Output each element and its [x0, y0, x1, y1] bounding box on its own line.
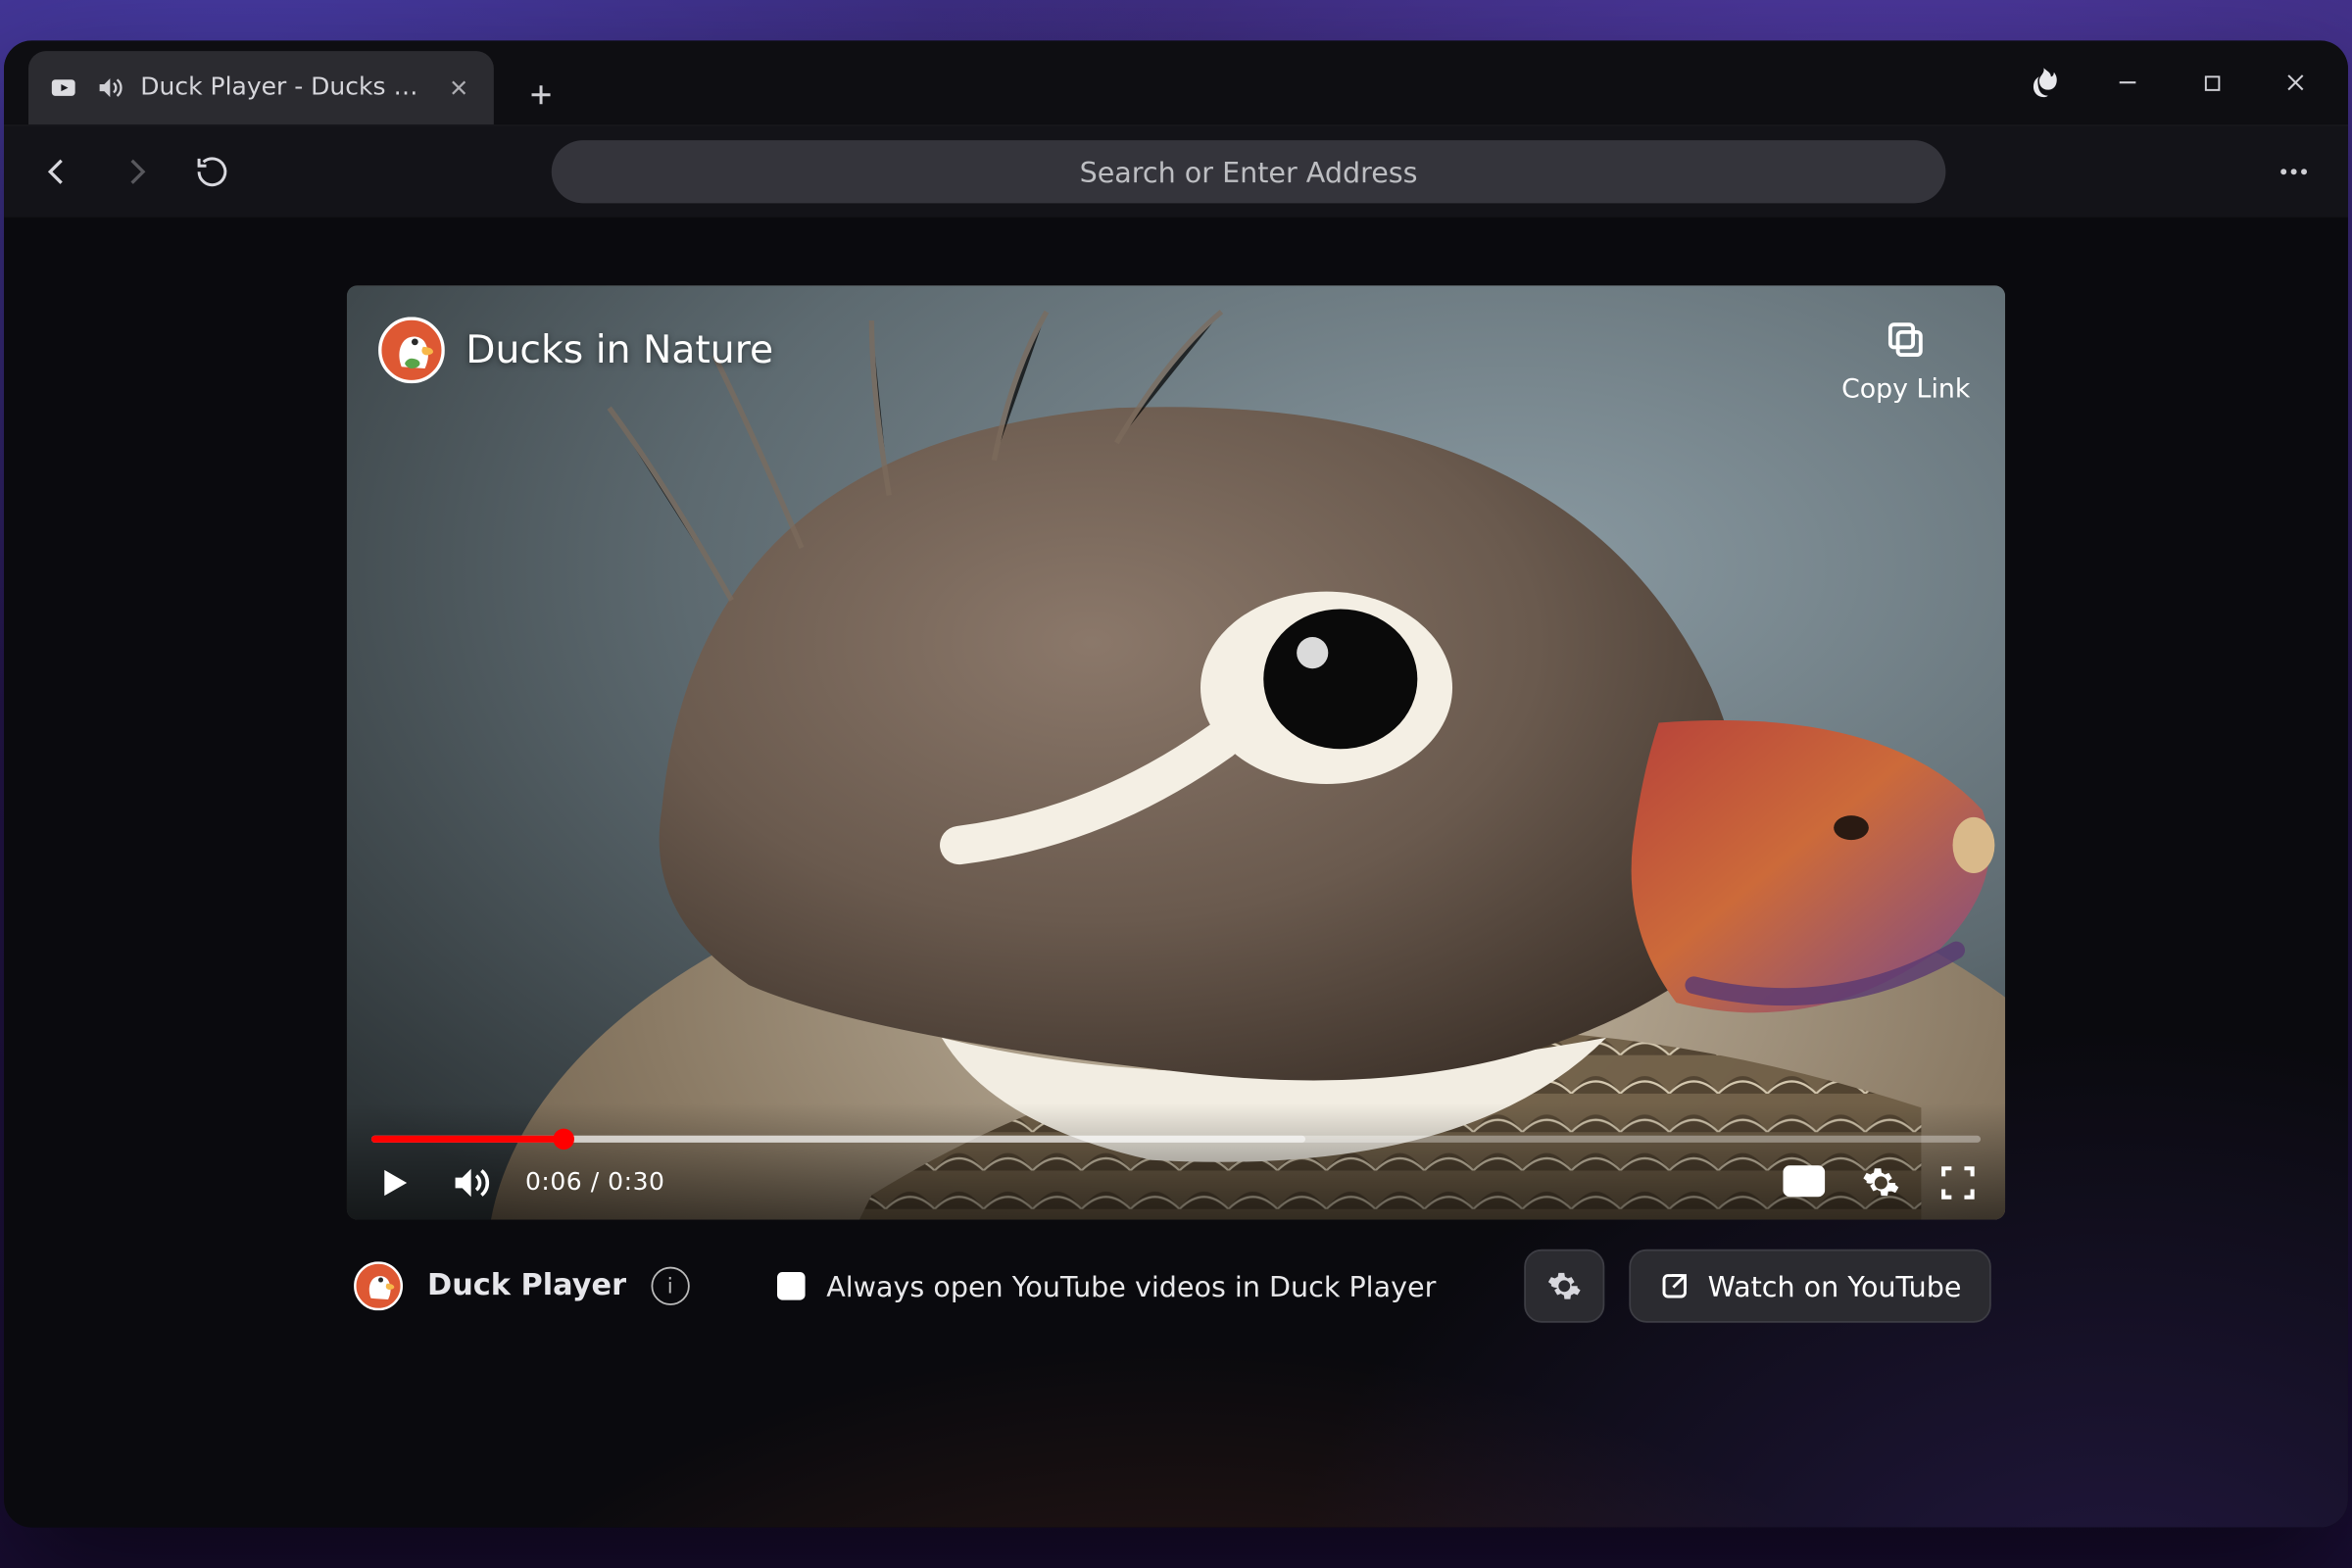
tab-title: Duck Player - Ducks in Nature — [140, 74, 420, 102]
youtube-favicon-icon — [49, 74, 77, 102]
window-controls — [2002, 48, 2338, 118]
audio-playing-icon — [95, 74, 123, 102]
browser-window: Duck Player - Ducks in Nature — [4, 40, 2348, 1527]
always-open-label: Always open YouTube videos in Duck Playe… — [826, 1269, 1436, 1302]
video-frame-image — [347, 285, 2005, 1219]
external-link-icon — [1659, 1270, 1690, 1301]
duck-player-footer: Duck Player i Always open YouTube videos… — [347, 1244, 2005, 1328]
window-close-button[interactable] — [2254, 48, 2338, 118]
fire-button[interactable] — [2002, 48, 2086, 118]
always-open-option[interactable]: Always open YouTube videos in Duck Playe… — [713, 1269, 1499, 1302]
video-title: Ducks in Nature — [466, 328, 773, 372]
copy-icon — [1884, 317, 1929, 362]
duckduckgo-logo-small-icon — [354, 1261, 403, 1310]
nav-forward-button[interactable] — [109, 145, 162, 198]
duckduckgo-logo-icon — [378, 317, 445, 383]
video-progress-played — [371, 1136, 564, 1143]
tab-strip: Duck Player - Ducks in Nature — [28, 40, 570, 124]
copy-link-button[interactable]: Copy Link — [1841, 317, 1970, 404]
duck-player-label: Duck Player — [427, 1268, 626, 1303]
navigation-bar: Search or Enter Address — [4, 124, 2348, 219]
play-button[interactable] — [371, 1160, 416, 1205]
tab-close-button[interactable] — [448, 77, 468, 98]
video-progress-track[interactable] — [371, 1136, 1981, 1143]
nav-reload-button[interactable] — [186, 145, 239, 198]
window-minimize-button[interactable] — [2085, 48, 2170, 118]
titlebar: Duck Player - Ducks in Nature — [4, 40, 2348, 124]
fullscreen-button[interactable] — [1936, 1160, 1981, 1205]
settings-button[interactable] — [1858, 1160, 1903, 1205]
svg-text:CC: CC — [1792, 1174, 1816, 1192]
captions-button[interactable]: CC — [1782, 1160, 1827, 1205]
video-player[interactable]: Ducks in Nature Copy Link — [347, 285, 2005, 1219]
duck-player-settings-button[interactable] — [1524, 1250, 1604, 1323]
nav-back-button[interactable] — [32, 145, 85, 198]
video-progress-knob[interactable] — [554, 1129, 574, 1150]
overflow-menu-button[interactable] — [2268, 145, 2321, 198]
new-tab-button[interactable] — [512, 65, 571, 124]
video-controls: 0:06 / 0:30 CC — [347, 1090, 2005, 1219]
watch-on-youtube-button[interactable]: Watch on YouTube — [1629, 1250, 1990, 1323]
tab-active[interactable]: Duck Player - Ducks in Nature — [28, 51, 494, 124]
address-placeholder: Search or Enter Address — [1080, 155, 1418, 188]
video-time: 0:06 / 0:30 — [525, 1169, 664, 1198]
window-maximize-button[interactable] — [2170, 48, 2254, 118]
page-content: Ducks in Nature Copy Link — [4, 219, 2348, 1527]
video-title-overlay: Ducks in Nature — [378, 317, 773, 383]
always-open-checkbox[interactable] — [777, 1272, 806, 1300]
gear-icon — [1546, 1268, 1582, 1303]
watch-on-youtube-label: Watch on YouTube — [1708, 1269, 1962, 1302]
duck-player: Ducks in Nature Copy Link — [347, 285, 2005, 1328]
address-bar[interactable]: Search or Enter Address — [552, 140, 1946, 203]
volume-button[interactable] — [448, 1160, 493, 1205]
copy-link-label: Copy Link — [1841, 373, 1970, 405]
info-button[interactable]: i — [651, 1267, 689, 1305]
